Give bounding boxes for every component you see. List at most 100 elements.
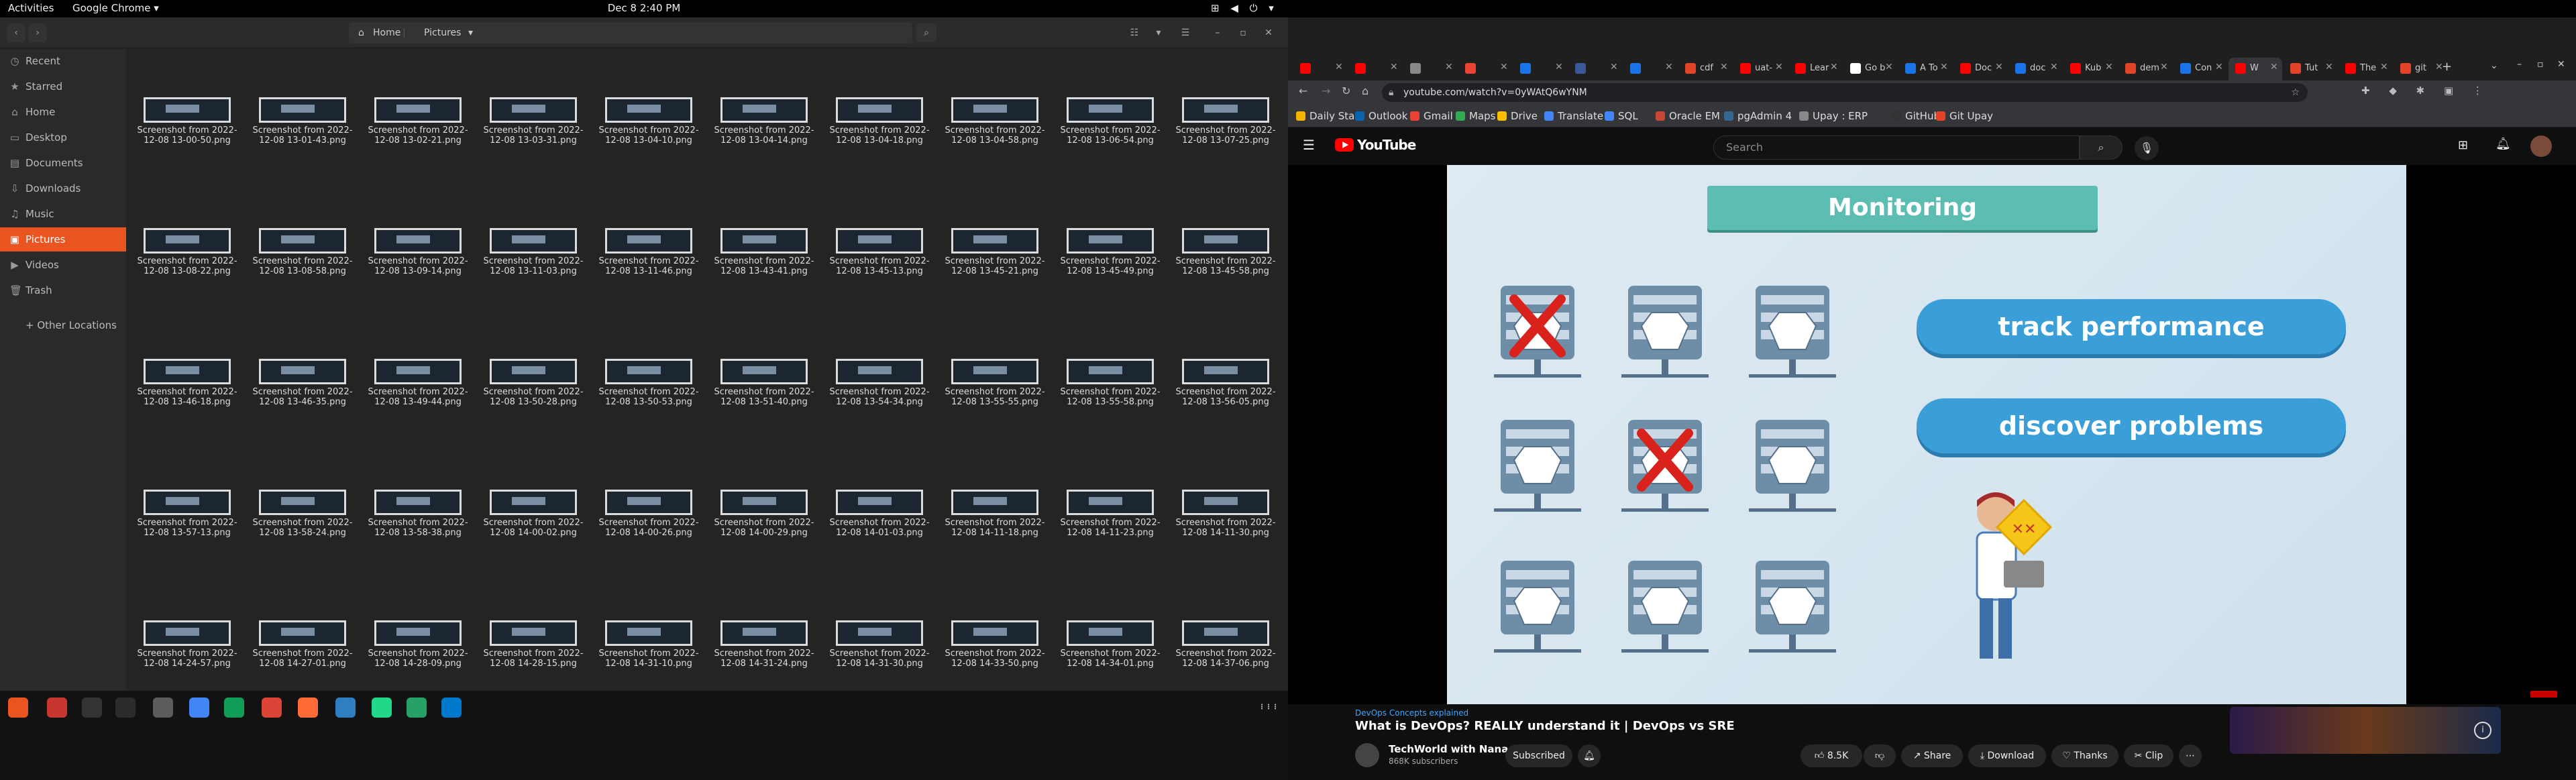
tab-close-icon[interactable]: ✕ — [1720, 62, 1728, 72]
hamburger-menu-icon[interactable]: ☰ — [1303, 137, 1315, 153]
download-button[interactable]: ⤓ Download — [1968, 744, 2046, 767]
file-item[interactable]: Screenshot from 2022-12-08 14-00-02.png — [483, 490, 584, 538]
tab-close-icon[interactable]: ✕ — [1500, 62, 1508, 72]
channel-name[interactable]: TechWorld with Nana — [1389, 743, 1508, 755]
tab-close-icon[interactable]: ✕ — [2105, 62, 2113, 72]
forward-button[interactable]: › — [28, 23, 47, 42]
file-item[interactable]: Screenshot from 2022-12-08 13-04-18.png — [829, 97, 930, 146]
extension-icons[interactable]: ✚ ◆ ✱ ▣ ⋮ — [2361, 85, 2491, 97]
file-item[interactable]: Screenshot from 2022-12-08 13-45-58.png — [1175, 228, 1276, 276]
bookmark-item[interactable]: SQL — [1605, 110, 1638, 122]
file-item[interactable]: Screenshot from 2022-12-08 13-55-55.png — [945, 359, 1045, 407]
file-item[interactable]: Screenshot from 2022-12-08 13-45-49.png — [1060, 228, 1161, 276]
tab-close-icon[interactable]: ✕ — [1885, 62, 1893, 72]
file-item[interactable]: Screenshot from 2022-12-08 13-45-21.png — [945, 228, 1045, 276]
sheets-icon[interactable] — [224, 698, 244, 718]
file-item[interactable]: Screenshot from 2022-12-08 13-09-14.png — [368, 228, 468, 276]
browser-tab[interactable]: ✕ — [1403, 58, 1457, 80]
file-item[interactable]: Screenshot from 2022-12-08 13-56-05.png — [1175, 359, 1276, 407]
file-item[interactable]: Screenshot from 2022-12-08 14-31-24.png — [714, 620, 814, 669]
bookmark-item[interactable]: Gmail — [1410, 110, 1453, 122]
browser-tab[interactable]: uat- ✕ — [1733, 58, 1787, 80]
file-item[interactable]: Screenshot from 2022-12-08 13-54-34.png — [829, 359, 930, 407]
sidebar-item-home[interactable]: ⌂ Home — [0, 100, 126, 124]
clip-button[interactable]: ✂ Clip — [2124, 744, 2174, 767]
file-item[interactable]: Screenshot from 2022-12-08 13-03-31.png — [483, 97, 584, 146]
file-item[interactable]: Screenshot from 2022-12-08 13-46-35.png — [252, 359, 353, 407]
sidebar-item-starred[interactable]: ★ Starred — [0, 74, 126, 99]
file-item[interactable]: Screenshot from 2022-12-08 14-31-10.png — [598, 620, 699, 669]
tab-close-icon[interactable]: ✕ — [2050, 62, 2058, 72]
breadcrumb-current[interactable]: Pictures — [424, 22, 461, 44]
browser-tab[interactable]: ✕ — [1348, 58, 1402, 80]
tab-close-icon[interactable]: ✕ — [1610, 62, 1618, 72]
file-item[interactable]: Screenshot from 2022-12-08 14-24-57.png — [137, 620, 237, 669]
file-item[interactable]: Screenshot from 2022-12-08 14-27-01.png — [252, 620, 353, 669]
browser-tab[interactable]: Kub ✕ — [2063, 58, 2117, 80]
file-item[interactable]: Screenshot from 2022-12-08 13-11-46.png — [598, 228, 699, 276]
file-item[interactable]: Screenshot from 2022-12-08 13-43-41.png — [714, 228, 814, 276]
file-item[interactable]: Screenshot from 2022-12-08 13-01-43.png — [252, 97, 353, 146]
sidebar-item-other-locations[interactable]: + Other Locations — [0, 313, 126, 337]
browser-tab[interactable]: Tut ✕ — [2284, 58, 2337, 80]
tab-close-icon[interactable]: ✕ — [2270, 62, 2278, 72]
sidebar-item-videos[interactable]: ▶ Videos — [0, 253, 126, 277]
view-options-icon[interactable]: ▾ — [1148, 23, 1169, 42]
close-icon[interactable]: ✕ — [1258, 23, 1279, 42]
system-tray[interactable]: ⊞ ◀ ⏻ ▾ — [1211, 2, 1278, 14]
ubuntu-software-icon[interactable] — [8, 698, 28, 718]
file-item[interactable]: Screenshot from 2022-12-08 14-33-50.png — [945, 620, 1045, 669]
browser-tab[interactable]: dem ✕ — [2118, 58, 2172, 80]
file-item[interactable]: Screenshot from 2022-12-08 14-01-03.png — [829, 490, 930, 538]
obs-icon[interactable] — [82, 698, 102, 718]
menu-icon[interactable]: ☰ — [1175, 23, 1195, 42]
virtualbox-icon[interactable] — [335, 698, 356, 718]
video-frame[interactable]: Monitoring track performance discover pr… — [1447, 165, 2406, 704]
bookmark-item[interactable]: Upay : ERP — [1799, 110, 1868, 122]
file-item[interactable]: Screenshot from 2022-12-08 13-46-18.png — [137, 359, 237, 407]
app-center-icon[interactable] — [47, 698, 67, 718]
browser-tab[interactable]: git ✕ — [2394, 58, 2447, 80]
browser-tab[interactable]: ✕ — [1458, 58, 1512, 80]
browser-tab[interactable]: ✕ — [1513, 58, 1567, 80]
file-item[interactable]: Screenshot from 2022-12-08 13-00-50.png — [137, 97, 237, 146]
ad-banner[interactable]: i — [2230, 707, 2501, 754]
file-item[interactable]: Screenshot from 2022-12-08 13-51-40.png — [714, 359, 814, 407]
browser-tab[interactable]: The ✕ — [2339, 58, 2392, 80]
home-crumb-icon[interactable]: ⌂ — [358, 22, 364, 44]
sidebar-item-pictures[interactable]: ▣ Pictures — [0, 227, 126, 252]
bookmark-item[interactable]: Maps — [1456, 110, 1495, 122]
file-item[interactable]: Screenshot from 2022-12-08 13-11-03.png — [483, 228, 584, 276]
tab-close-icon[interactable]: ✕ — [1995, 62, 2003, 72]
image-viewer-icon[interactable] — [407, 698, 427, 718]
file-item[interactable]: Screenshot from 2022-12-08 14-11-18.png — [945, 490, 1045, 538]
app-grid-icon[interactable]: ⋮⋮⋮ — [1258, 698, 1279, 718]
file-item[interactable]: Screenshot from 2022-12-08 13-08-22.png — [137, 228, 237, 276]
files-icon[interactable] — [153, 698, 173, 718]
sidebar-item-music[interactable]: ♫ Music — [0, 202, 126, 226]
sidebar-item-trash[interactable]: 🗑 Trash — [0, 278, 126, 302]
bookmark-item[interactable]: GitHub — [1892, 110, 1940, 122]
browser-tab[interactable]: Go b ✕ — [1843, 58, 1897, 80]
new-tab-icon[interactable]: + — [2442, 60, 2452, 74]
back-button[interactable]: ‹ — [7, 23, 25, 42]
series-link[interactable]: DevOps Concepts explained — [1355, 708, 1468, 718]
home-icon[interactable]: ⌂ — [1362, 85, 1368, 97]
reload-icon[interactable]: ↻ — [1342, 85, 1350, 97]
file-item[interactable]: Screenshot from 2022-12-08 14-11-30.png — [1175, 490, 1276, 538]
file-item[interactable]: Screenshot from 2022-12-08 14-11-23.png — [1060, 490, 1161, 538]
tab-search-icon[interactable]: ⌄ — [2490, 60, 2498, 71]
dislike-icon[interactable]: 👎︎ — [1864, 744, 1896, 767]
terminal-icon[interactable] — [115, 698, 136, 718]
tab-close-icon[interactable]: ✕ — [1775, 62, 1783, 72]
file-item[interactable]: Screenshot from 2022-12-08 13-45-13.png — [829, 228, 930, 276]
file-item[interactable]: Screenshot from 2022-12-08 14-28-15.png — [483, 620, 584, 669]
search-icon[interactable]: ⌕ — [916, 23, 936, 42]
sidebar-item-desktop[interactable]: ▭ Desktop — [0, 125, 126, 150]
avatar[interactable] — [2530, 135, 2552, 157]
file-item[interactable]: Screenshot from 2022-12-08 13-57-13.png — [137, 490, 237, 538]
search-button[interactable]: ⌕ — [2080, 135, 2123, 160]
share-button[interactable]: ↗ Share — [1901, 744, 1963, 767]
bookmark-star-icon[interactable]: ☆ — [2291, 83, 2300, 102]
file-item[interactable]: Screenshot from 2022-12-08 14-28-09.png — [368, 620, 468, 669]
